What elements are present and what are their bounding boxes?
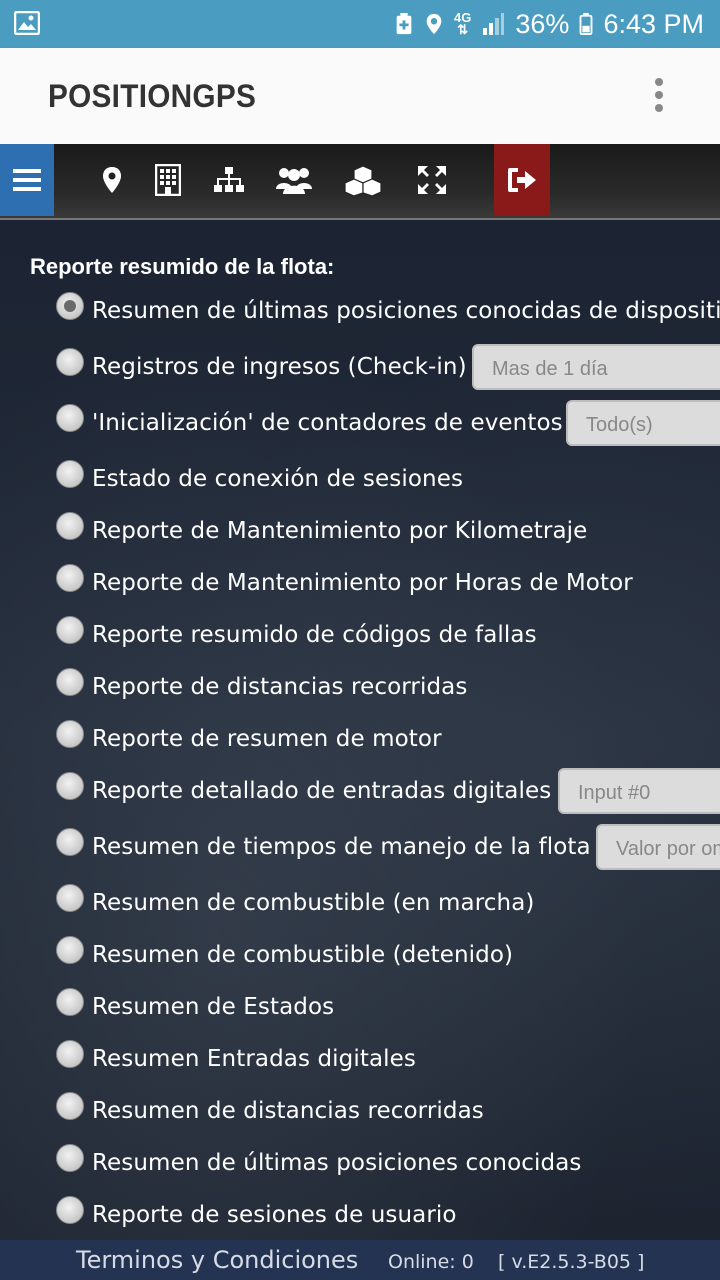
option-label: Estado de conexión de sesiones	[92, 466, 464, 492]
option-label: Resumen de combustible (en marcha)	[92, 890, 535, 916]
option-label: Registros de ingresos (Check-in)	[92, 354, 467, 380]
report-option[interactable]: Resumen de Estados	[0, 988, 720, 1032]
radio-button[interactable]	[56, 772, 84, 800]
report-option[interactable]: Estado de conexión de sesiones	[0, 460, 720, 504]
report-option[interactable]: Reporte de Mantenimiento por Horas de Mo…	[0, 564, 720, 608]
radio-button[interactable]	[56, 616, 84, 644]
option-label: Reporte de resumen de motor	[92, 726, 442, 752]
radio-button[interactable]	[56, 1040, 84, 1068]
radio-button[interactable]	[56, 348, 84, 376]
radio-button[interactable]	[56, 1092, 84, 1120]
cubes-icon	[344, 165, 382, 196]
more-vert-icon[interactable]	[654, 78, 664, 114]
event-counter-select[interactable]: Todo(s)	[566, 400, 720, 446]
radio-button[interactable]	[56, 720, 84, 748]
radio-button[interactable]	[56, 884, 84, 912]
option-label: Resumen Entradas digitales	[92, 1046, 416, 1072]
option-label: 'Inicialización' de contadores de evento…	[92, 410, 563, 436]
radio-button[interactable]	[56, 404, 84, 432]
radio-button[interactable]	[56, 512, 84, 540]
radio-button[interactable]	[56, 292, 84, 320]
report-option[interactable]: Reporte de resumen de motor	[0, 720, 720, 764]
option-label: Reporte de sesiones de usuario	[92, 1202, 457, 1228]
option-label: Resumen de tiempos de manejo de la flota	[92, 834, 591, 860]
menu-icon	[13, 169, 41, 191]
online-count: Online: 0	[388, 1251, 474, 1273]
driving-time-select[interactable]: Valor por omisión	[596, 824, 720, 870]
toolbar	[0, 144, 720, 220]
map-marker-icon	[103, 167, 121, 193]
radio-button[interactable]	[56, 1144, 84, 1172]
option-label: Reporte de Mantenimiento por Kilometraje	[92, 518, 588, 544]
report-option[interactable]: 'Inicialización' de contadores de evento…	[0, 400, 720, 448]
radio-button[interactable]	[56, 988, 84, 1016]
option-label: Reporte resumido de códigos de fallas	[92, 622, 537, 648]
radio-button[interactable]	[56, 668, 84, 696]
radio-button[interactable]	[56, 828, 84, 856]
expand-button[interactable]	[414, 144, 450, 216]
option-label: Reporte de Mantenimiento por Horas de Mo…	[92, 570, 633, 596]
report-option[interactable]: Reporte de Mantenimiento por Kilometraje	[0, 512, 720, 556]
option-label: Resumen de combustible (detenido)	[92, 942, 514, 968]
digital-input-select[interactable]: Input #0	[558, 768, 720, 814]
terms-link[interactable]: Terminos y Condiciones	[76, 1246, 358, 1274]
report-option[interactable]: Resumen de combustible (detenido)	[0, 936, 720, 980]
battery-percent: 36%	[515, 8, 570, 39]
report-option[interactable]: Resumen de últimas posiciones conocidas	[0, 1144, 720, 1188]
report-option[interactable]: Reporte resumido de códigos de fallas	[0, 616, 720, 660]
report-option[interactable]: Reporte de sesiones de usuario	[0, 1196, 720, 1240]
radio-button[interactable]	[56, 1196, 84, 1224]
sitemap-button[interactable]	[210, 144, 248, 216]
option-label: Resumen de últimas posiciones conocidas	[92, 1150, 582, 1176]
report-option[interactable]: Reporte detallado de entradas digitales …	[0, 768, 720, 816]
sitemap-icon	[214, 167, 244, 192]
report-panel: Reporte resumido de la flota: Resumen de…	[0, 220, 720, 1240]
radio-button[interactable]	[56, 564, 84, 592]
radio-button[interactable]	[56, 460, 84, 488]
option-label: Resumen de distancias recorridas	[92, 1098, 484, 1124]
option-label: Reporte de distancias recorridas	[92, 674, 468, 700]
checkin-period-select[interactable]: Mas de 1 día	[472, 344, 720, 390]
clock: 6:43 PM	[603, 8, 704, 39]
building-button[interactable]	[150, 144, 186, 216]
app-title: POSITIONGPS	[48, 78, 257, 114]
battery-saver-icon	[396, 13, 412, 35]
arrows-expand-icon	[418, 166, 446, 194]
logout-button[interactable]	[494, 144, 550, 216]
status-bar: 4G ⇅ 36% 6:43 PM	[0, 0, 720, 48]
battery-icon	[580, 13, 593, 35]
sign-out-icon	[508, 168, 536, 192]
footer: Terminos y Condiciones Online: 0 [ v.E2.…	[0, 1240, 720, 1280]
signal-icon	[483, 13, 505, 35]
users-icon	[276, 168, 312, 194]
report-option[interactable]: Resumen de últimas posiciones conocidas …	[0, 292, 720, 336]
users-button[interactable]	[274, 144, 314, 216]
building-icon	[155, 164, 181, 196]
report-option[interactable]: Resumen Entradas digitales	[0, 1040, 720, 1084]
report-option[interactable]: Resumen de distancias recorridas	[0, 1092, 720, 1136]
menu-button[interactable]	[0, 144, 54, 216]
option-label: Resumen de últimas posiciones conocidas …	[92, 298, 720, 324]
section-title: Reporte resumido de la flota:	[30, 254, 335, 279]
report-option[interactable]: Registros de ingresos (Check-in) Mas de …	[0, 344, 720, 392]
radio-button[interactable]	[56, 936, 84, 964]
option-label: Reporte detallado de entradas digitales	[92, 778, 552, 804]
report-option[interactable]: Resumen de combustible (en marcha)	[0, 884, 720, 928]
app-bar: POSITIONGPS	[0, 48, 720, 144]
cubes-button[interactable]	[342, 144, 384, 216]
location-icon	[426, 13, 442, 35]
report-option[interactable]: Resumen de tiempos de manejo de la flota…	[0, 824, 720, 872]
map-marker-button[interactable]	[94, 144, 130, 216]
gallery-icon	[14, 11, 40, 35]
option-label: Resumen de Estados	[92, 994, 335, 1020]
report-option[interactable]: Reporte de distancias recorridas	[0, 668, 720, 712]
network-type: 4G ⇅	[454, 10, 472, 37]
version-label: [ v.E2.5.3-B05 ]	[498, 1251, 645, 1273]
